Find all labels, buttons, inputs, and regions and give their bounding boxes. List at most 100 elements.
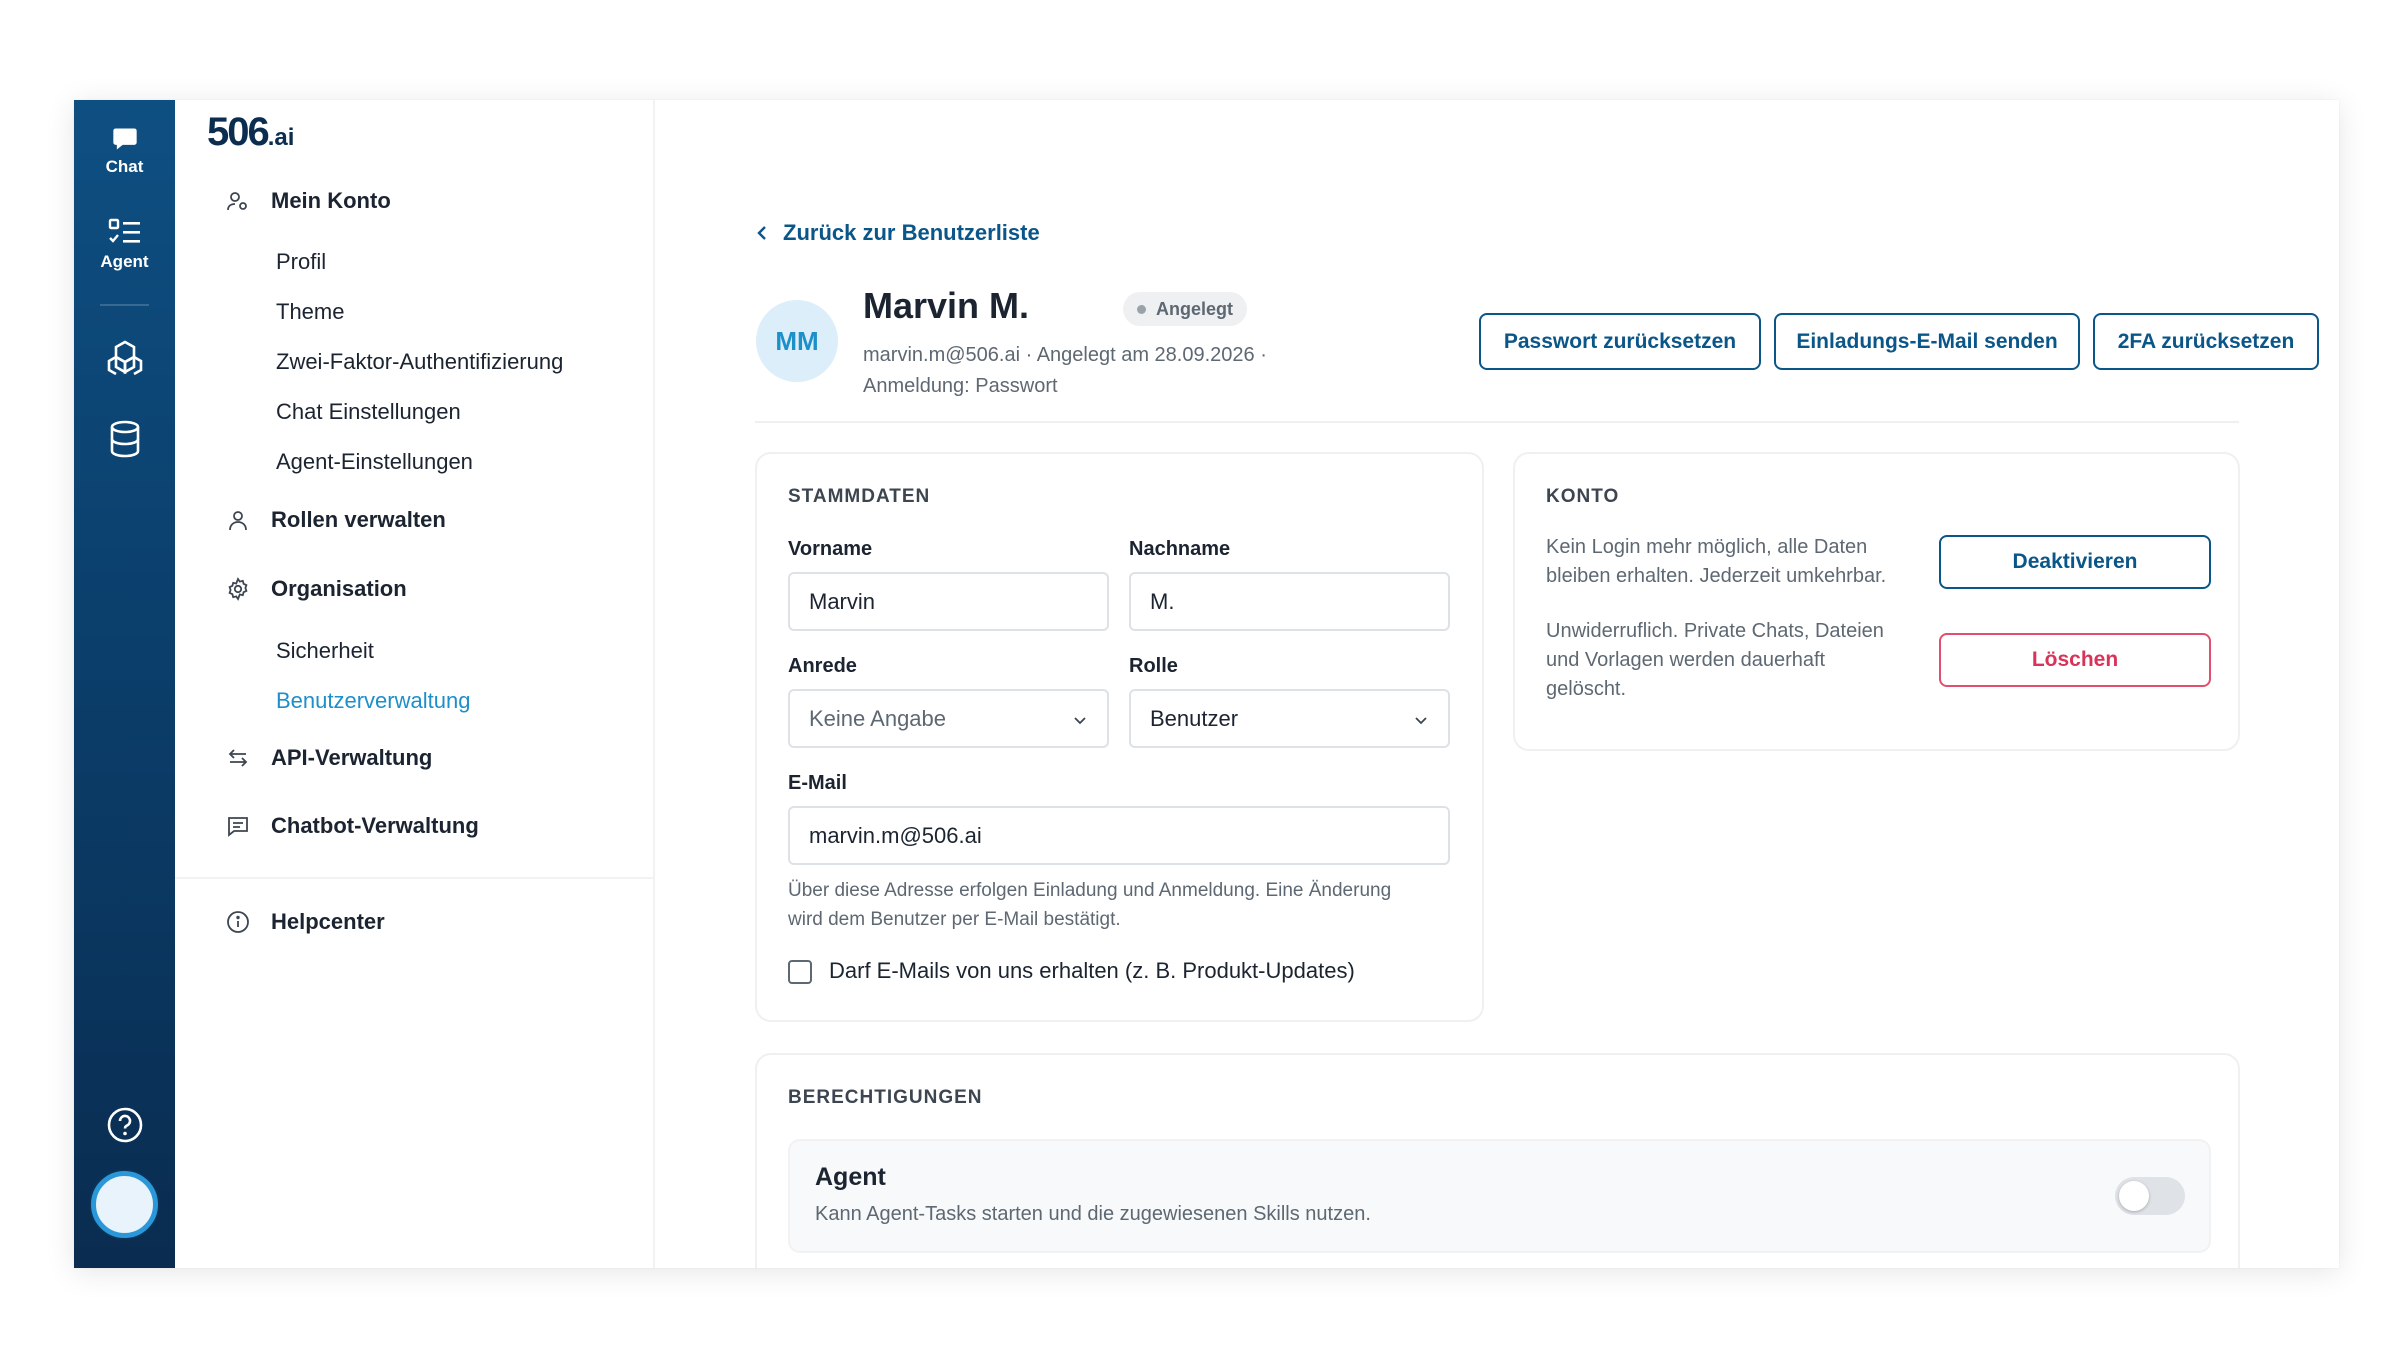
- konto-title: KONTO: [1546, 486, 1620, 507]
- deactivate-description-line1: Kein Login mehr möglich, alle Daten: [1546, 536, 1868, 558]
- chevron-left-icon: [757, 226, 766, 240]
- nav-organisation-label: Organisation: [271, 576, 407, 601]
- delete-description: Unwiderruflich. Private Chats, Dateien u…: [1546, 617, 1884, 704]
- brand-logo[interactable]: 506.ai: [207, 110, 294, 155]
- rolle-select[interactable]: Benutzer: [1129, 689, 1450, 748]
- chat-icon: [74, 125, 175, 153]
- anrede-select[interactable]: Keine Angabe: [788, 689, 1109, 748]
- deactivate-button[interactable]: Deaktivieren: [1939, 535, 2211, 589]
- vorname-label: Vorname: [788, 538, 873, 560]
- status-badge: Angelegt: [1123, 292, 1248, 326]
- vorname-value: Marvin: [809, 588, 876, 614]
- stammdaten-title: STAMMDATEN: [788, 486, 931, 507]
- permission-agent-toggle[interactable]: [2115, 1177, 2185, 1215]
- nachname-input[interactable]: M.: [1129, 572, 1450, 631]
- nav-api[interactable]: API-Verwaltung: [225, 745, 432, 771]
- rail-divider: [100, 304, 149, 306]
- nav-2fa[interactable]: Zwei-Faktor-Authentifizierung: [276, 349, 563, 375]
- nav-rollen[interactable]: Rollen verwalten: [225, 507, 446, 533]
- nav-helpcenter[interactable]: Helpcenter: [225, 909, 385, 935]
- status-badge-label: Angelegt: [1156, 298, 1234, 319]
- main-content: Zurück zur Benutzerliste MM Marvin M. An…: [657, 100, 2339, 1268]
- rail-agent[interactable]: Agent: [74, 218, 175, 272]
- chevron-down-icon: [1415, 717, 1427, 725]
- nav-chat-einstellungen[interactable]: Chat Einstellungen: [276, 399, 461, 425]
- rail-chat[interactable]: Chat: [74, 125, 175, 177]
- nachname-label: Nachname: [1129, 538, 1231, 560]
- delete-description-line3: gelöscht.: [1546, 678, 1627, 700]
- delete-description-line2: und Vorlagen werden dauerhaft: [1546, 649, 1826, 671]
- gear-icon: [225, 576, 251, 602]
- rail-agent-label: Agent: [100, 252, 149, 271]
- newsletter-checkbox[interactable]: [788, 960, 812, 984]
- email-input[interactable]: marvin.m@506.ai: [788, 806, 1450, 865]
- settings-sidebar: 506.ai Mein Konto Profil Theme Zwei-Fakt…: [175, 100, 655, 1268]
- status-dot: [1137, 304, 1146, 314]
- app-window: Chat Agent 506.ai Mein Konto Profil Them…: [74, 100, 2339, 1268]
- nav-organisation[interactable]: Organisation: [225, 576, 407, 602]
- send-invite-button[interactable]: Einladungs-E-Mail senden: [1774, 313, 2080, 370]
- email-label: E-Mail: [788, 772, 847, 794]
- user-settings-icon: [225, 188, 251, 214]
- user-initials-avatar: MM: [756, 300, 838, 382]
- delete-button[interactable]: Löschen: [1939, 633, 2211, 687]
- reset-password-button[interactable]: Passwort zurücksetzen: [1479, 313, 1761, 370]
- back-to-userlist-link[interactable]: Zurück zur Benutzerliste: [755, 220, 1040, 246]
- nav-benutzerverwaltung[interactable]: Benutzerverwaltung: [276, 688, 470, 714]
- anrede-value: Keine Angabe: [809, 705, 947, 731]
- reset-2fa-button[interactable]: 2FA zurücksetzen: [2093, 313, 2319, 370]
- user-name: Marvin M.: [863, 285, 1030, 326]
- rail-chat-label: Chat: [105, 157, 144, 176]
- nachname-value: M.: [1150, 588, 1175, 614]
- vorname-input[interactable]: Marvin: [788, 572, 1109, 631]
- anrede-label: Anrede: [788, 655, 857, 677]
- nav-chatbot[interactable]: Chatbot-Verwaltung: [225, 813, 479, 839]
- app-rail: Chat Agent: [74, 100, 175, 1268]
- sidebar-divider: [175, 877, 653, 879]
- deactivate-description: Kein Login mehr möglich, alle Daten blei…: [1546, 533, 1886, 591]
- chevron-down-icon: [1074, 717, 1086, 725]
- permission-row-agent: Agent Kann Agent-Tasks starten und die z…: [788, 1139, 2211, 1253]
- email-hint: Über diese Adresse erfolgen Einladung un…: [788, 876, 1391, 934]
- user-meta: marvin.m@506.ai · Angelegt am 28.09.2026…: [863, 340, 1333, 402]
- person-icon: [225, 507, 251, 533]
- berechtigungen-title: BERECHTIGUNGEN: [788, 1087, 983, 1108]
- user-meta-line1: marvin.m@506.ai · Angelegt am 28.09.2026…: [863, 344, 1267, 366]
- delete-description-line1: Unwiderruflich. Private Chats, Dateien: [1546, 620, 1884, 642]
- help-circle-icon: [74, 1106, 175, 1144]
- nav-sicherheit[interactable]: Sicherheit: [276, 638, 374, 664]
- user-avatar[interactable]: [91, 1171, 158, 1238]
- message-square-icon: [225, 813, 251, 839]
- rail-help[interactable]: [74, 1106, 175, 1144]
- nav-mein-konto-label: Mein Konto: [271, 188, 391, 213]
- email-hint-line2: wird dem Benutzer per E-Mail bestätigt.: [788, 909, 1121, 930]
- nav-profil[interactable]: Profil: [276, 249, 326, 275]
- nav-rollen-label: Rollen verwalten: [271, 507, 446, 532]
- toggle-knob: [2119, 1181, 2149, 1211]
- database-icon: [74, 420, 175, 458]
- rolle-label: Rolle: [1129, 655, 1178, 677]
- user-meta-line2: Anmeldung: Passwort: [863, 375, 1058, 397]
- permission-title: Agent: [815, 1163, 886, 1191]
- nav-chatbot-label: Chatbot-Verwaltung: [271, 813, 479, 838]
- nav-agent-einstellungen[interactable]: Agent-Einstellungen: [276, 449, 473, 475]
- swap-arrows-icon: [225, 745, 251, 771]
- nav-mein-konto[interactable]: Mein Konto: [225, 188, 391, 214]
- konto-card: KONTO Kein Login mehr möglich, alle Date…: [1513, 452, 2240, 751]
- network-icon: [74, 338, 175, 376]
- task-list-icon: [74, 218, 175, 248]
- nav-api-label: API-Verwaltung: [271, 745, 433, 770]
- deactivate-description-line2: bleiben erhalten. Jederzeit umkehrbar.: [1546, 565, 1887, 587]
- rail-data[interactable]: [74, 420, 175, 458]
- back-link-label: Zurück zur Benutzerliste: [783, 220, 1040, 245]
- permission-description: Kann Agent-Tasks starten und die zugewie…: [815, 1203, 1371, 1225]
- berechtigungen-card: BERECHTIGUNGEN Agent Kann Agent-Tasks st…: [755, 1053, 2240, 1268]
- rail-workflows[interactable]: [74, 338, 175, 376]
- email-value: marvin.m@506.ai: [809, 822, 982, 848]
- newsletter-label[interactable]: Darf E-Mails von uns erhalten (z. B. Pro…: [829, 958, 1355, 984]
- stammdaten-card: STAMMDATEN Vorname Marvin Nachname M. An…: [755, 452, 1484, 1022]
- rolle-value: Benutzer: [1150, 705, 1239, 731]
- nav-theme[interactable]: Theme: [276, 299, 344, 325]
- email-hint-line1: Über diese Adresse erfolgen Einladung un…: [788, 880, 1392, 901]
- header-divider: [755, 421, 2239, 423]
